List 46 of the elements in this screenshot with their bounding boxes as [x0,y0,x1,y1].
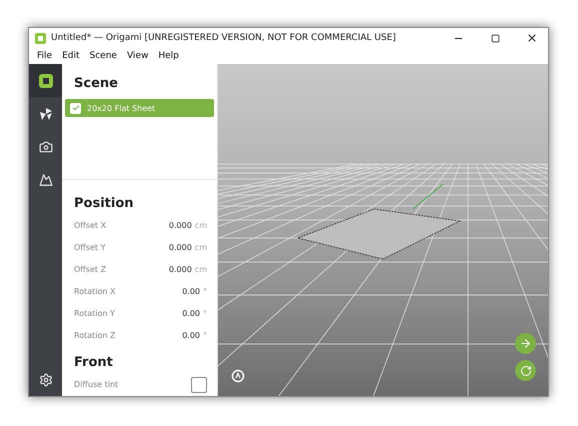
section-title: Position [73,194,135,213]
leaf-icon [38,106,52,120]
axis-line [412,184,444,210]
window-title: Untitled* — Origami [UNREGISTERED VERSION, NOT FOR COMMERCIAL USE] [51,33,397,43]
field-value[interactable]: 0.00 [182,331,200,340]
rotate-icon [520,364,532,376]
menu-item[interactable]: Scene [86,51,121,61]
next-button[interactable] [515,333,536,354]
unit-label: ° [203,309,207,318]
paper-sheet[interactable] [296,208,462,260]
field-label: Rotation Y [74,309,116,318]
field-value[interactable]: 0.000 [168,221,192,230]
field-label: Offset X [74,221,108,230]
field-value[interactable]: 0.000 [168,265,192,274]
unit-label: ° [203,287,207,296]
field-label: Rotation Z [74,331,116,340]
reset-button[interactable] [515,360,536,381]
unit-label: cm [194,243,207,252]
close-icon [526,32,538,44]
orbit-icon[interactable] [231,369,245,383]
menu-item[interactable]: View [122,51,152,61]
menu-item[interactable]: Edit [58,51,84,61]
sidebar-item[interactable] [29,64,62,97]
menu-item[interactable]: File [33,51,56,61]
unit-label: cm [194,221,207,230]
checkbox[interactable] [191,376,207,393]
field-label: Rotation X [74,287,116,296]
field-label: Offset Y [74,243,106,252]
field-label: Offset Z [74,265,108,274]
field-value[interactable]: 0.000 [168,243,192,252]
unit-label: ° [203,331,207,340]
field-value[interactable]: 0.00 [182,309,200,318]
arrow-right-icon [519,337,532,350]
app-logo-icon [35,32,46,44]
unit-label: cm [194,265,207,274]
section-title: Scene [73,75,119,93]
mountain-icon [38,172,52,186]
maximize-icon [490,34,500,42]
field-label: Diffuse tint [74,380,120,390]
field-value[interactable]: 0.00 [182,287,200,296]
settings-icon [38,372,52,386]
square-icon [38,72,54,88]
check-icon [72,104,80,112]
section-title: Front [73,354,114,372]
camera-icon [38,140,52,154]
menu-item[interactable]: Help [154,51,183,61]
